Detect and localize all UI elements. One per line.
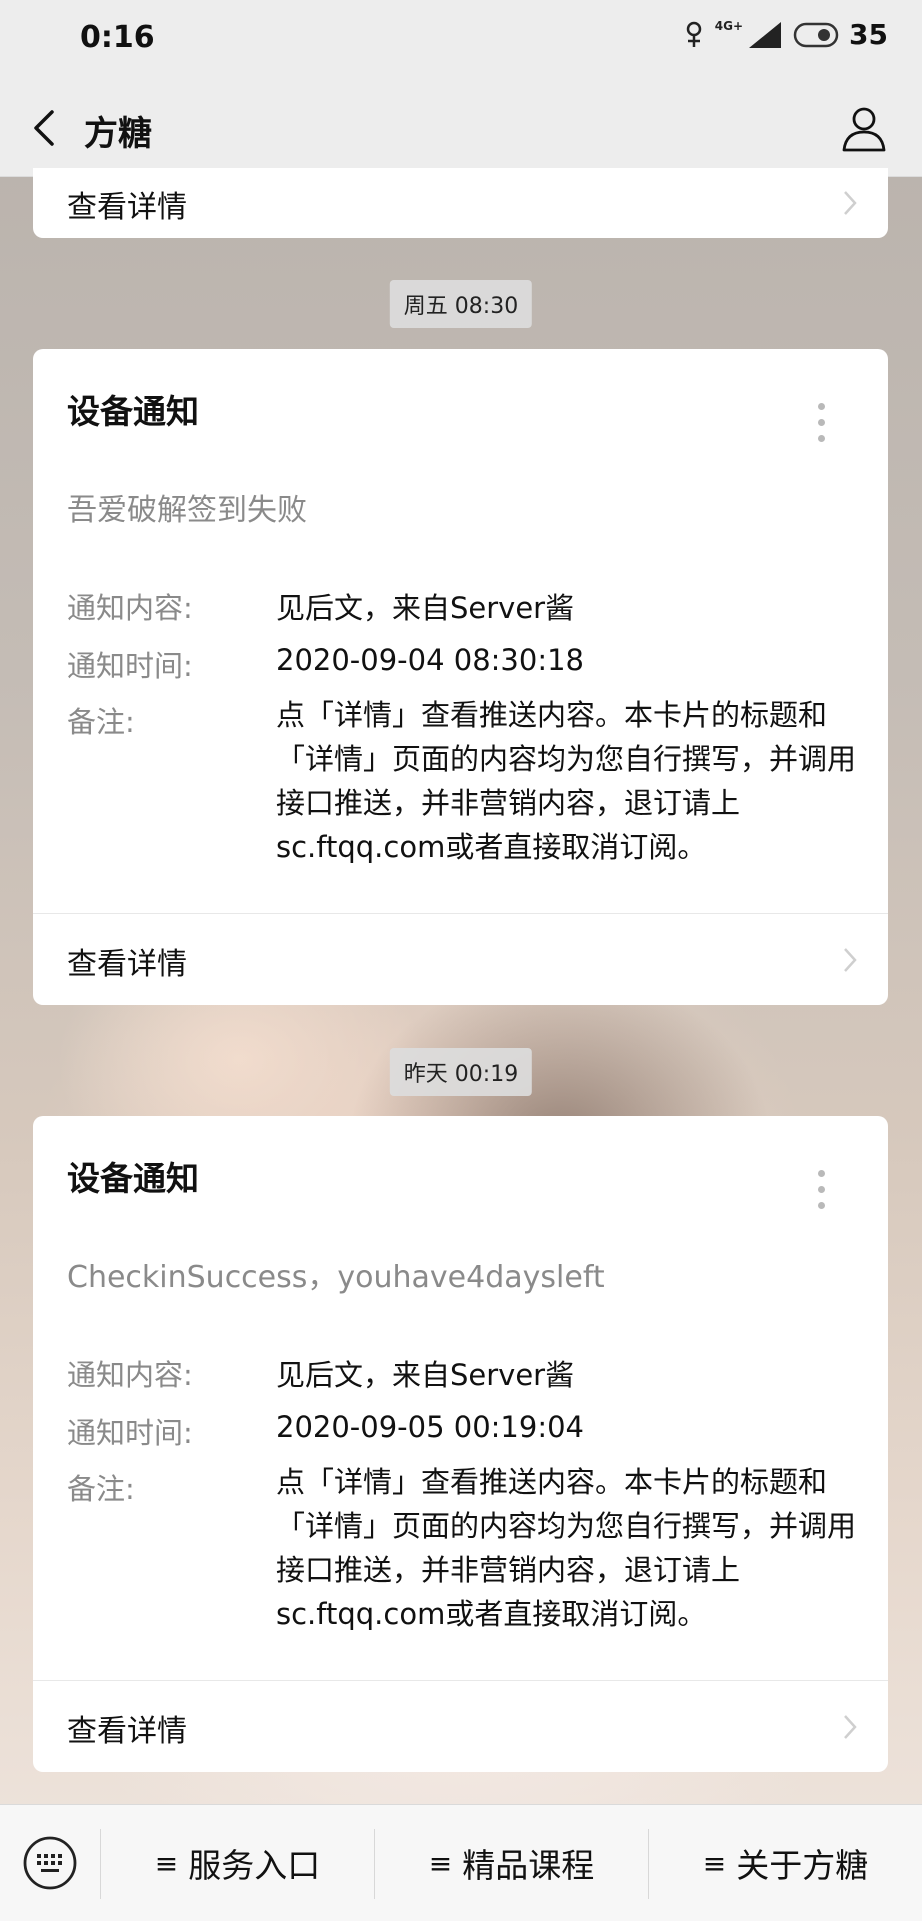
divider <box>33 1680 888 1681</box>
time-label: 通知时间: <box>67 1416 193 1450</box>
card-title: 设备通知 <box>67 1159 199 1198</box>
card-summary: CheckinSuccess，youhave4daysleft <box>67 1260 605 1295</box>
battery-level: 35 <box>849 18 888 51</box>
alarm-person-icon <box>686 21 702 47</box>
time-value: 2020-09-04 08:30:18 <box>276 643 584 677</box>
view-details-label: 查看详情 <box>67 947 187 982</box>
timestamp: 周五 08:30 <box>389 280 533 328</box>
keyboard-icon[interactable] <box>22 1835 78 1891</box>
view-details-label: 查看详情 <box>67 190 187 225</box>
view-details-label: 查看详情 <box>67 1714 187 1749</box>
status-time: 0:16 <box>80 20 155 55</box>
menu-lines-icon: ≡ <box>428 1846 453 1880</box>
time-value: 2020-09-05 00:19:04 <box>276 1410 584 1444</box>
status-icons: 4G+ 35 <box>683 18 888 51</box>
status-bar: 0:16 4G+ 35 <box>0 0 922 80</box>
more-vertical-icon[interactable] <box>816 1170 826 1214</box>
menu-lines-icon: ≡ <box>154 1846 179 1880</box>
more-vertical-icon[interactable] <box>816 403 826 447</box>
chevron-right-icon <box>844 948 857 972</box>
chevron-right-icon <box>844 191 857 215</box>
divider <box>33 913 888 914</box>
message-card-partial: 查看详情 <box>33 168 888 238</box>
content-value: 见后文，来自Server酱 <box>276 1358 575 1392</box>
message-card: 设备通知 吾爱破解签到失败 通知内容: 见后文，来自Server酱 通知时间: … <box>33 349 888 1005</box>
bottom-menu-bar: ≡ 服务入口 ≡ 精品课程 ≡ 关于方糖 <box>0 1804 922 1921</box>
timestamp: 昨天 00:19 <box>389 1048 533 1096</box>
content-label: 通知内容: <box>67 591 193 625</box>
network-type: 4G+ <box>714 18 744 33</box>
message-card: 设备通知 CheckinSuccess，youhave4daysleft 通知内… <box>33 1116 888 1772</box>
content-value: 见后文，来自Server酱 <box>276 591 575 625</box>
note-label: 备注: <box>67 1472 135 1506</box>
note-value: 点「详情」查看推送内容。本卡片的标题和「详情」页面的内容均为您自行撰写，并调用接… <box>276 698 857 864</box>
view-details-link[interactable]: 查看详情 <box>33 1682 888 1772</box>
view-details-link[interactable]: 查看详情 <box>33 915 888 1005</box>
card-summary: 吾爱破解签到失败 <box>67 493 307 528</box>
note-value: 点「详情」查看推送内容。本卡片的标题和「详情」页面的内容均为您自行撰写，并调用接… <box>276 1465 857 1631</box>
content-label: 通知内容: <box>67 1358 193 1392</box>
view-details-link[interactable]: 查看详情 <box>33 158 888 248</box>
menu-item-label: 精品课程 <box>462 1846 595 1885</box>
card-title: 设备通知 <box>67 392 199 431</box>
menu-item-label: 关于方糖 <box>736 1846 869 1885</box>
time-label: 通知时间: <box>67 649 193 683</box>
menu-item-label: 服务入口 <box>188 1846 321 1885</box>
menu-item-about[interactable]: ≡ 关于方糖 <box>649 1805 922 1921</box>
menu-lines-icon: ≡ <box>702 1846 727 1880</box>
battery-toggle-icon <box>793 22 839 47</box>
note-label: 备注: <box>67 705 135 739</box>
signal-icon <box>749 21 782 48</box>
network-indicator: 4G+ <box>715 20 783 50</box>
menu-item-service[interactable]: ≡ 服务入口 <box>101 1805 374 1921</box>
back-button[interactable] <box>24 104 70 152</box>
profile-button[interactable] <box>838 102 890 154</box>
menu-item-courses[interactable]: ≡ 精品课程 <box>375 1805 648 1921</box>
chevron-right-icon <box>844 1715 857 1739</box>
chat-title: 方糖 <box>84 114 152 154</box>
